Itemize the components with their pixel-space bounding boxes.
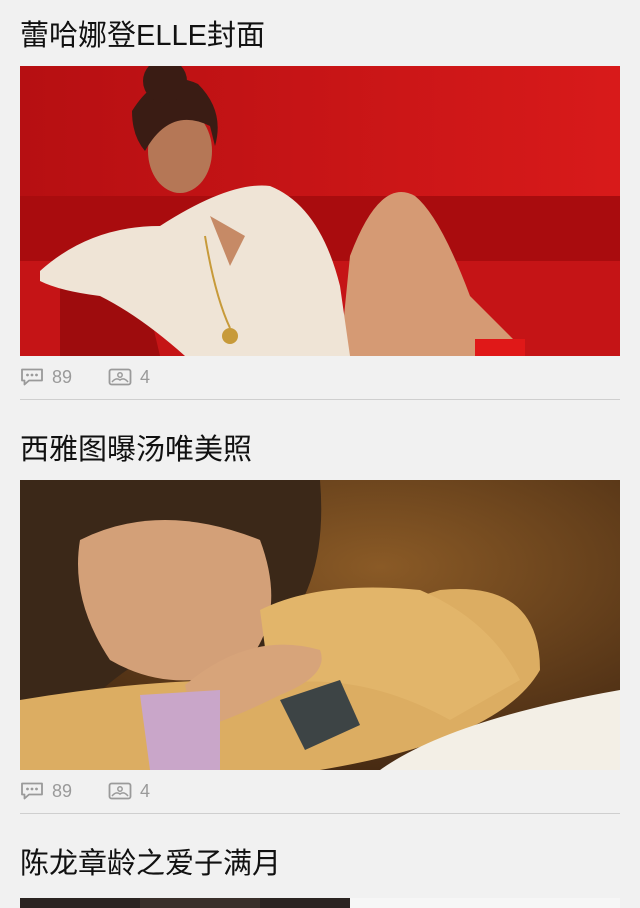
divider [20, 813, 620, 814]
comment-count[interactable]: 89 [20, 367, 72, 388]
photo-count-value: 4 [140, 366, 151, 387]
comment-count-value: 89 [52, 366, 73, 387]
photo-thumbnail [20, 66, 620, 356]
comment-bubble-icon [21, 368, 43, 386]
card-title[interactable]: 蕾哈娜登ELLE封面 [20, 16, 265, 56]
comment-count-value: 89 [52, 780, 73, 801]
card-image[interactable] [20, 480, 620, 770]
comment-count[interactable]: 89 [20, 781, 72, 802]
card-image[interactable] [20, 898, 620, 908]
photo-count[interactable]: 4 [108, 367, 150, 388]
card-title[interactable]: 西雅图曝汤唯美照 [20, 430, 252, 470]
card-meta: 89 4 [20, 364, 186, 390]
photo-thumbnail [20, 898, 620, 908]
divider [20, 399, 620, 400]
card-image[interactable] [20, 66, 620, 356]
card-title[interactable]: 陈龙章龄之爱子满月 [20, 844, 281, 884]
comment-bubble-icon [21, 782, 43, 800]
photo-gallery-icon [108, 368, 132, 386]
photo-gallery-icon [108, 782, 132, 800]
photo-thumbnail [20, 480, 620, 770]
photo-count-value: 4 [140, 780, 151, 801]
card-meta: 89 4 [20, 778, 186, 804]
photo-count[interactable]: 4 [108, 781, 150, 802]
news-feed: 蕾哈娜登ELLE封面 89 4 西雅图曝汤唯美照 89 4 陈龙章龄之爱子满月 [0, 0, 640, 908]
